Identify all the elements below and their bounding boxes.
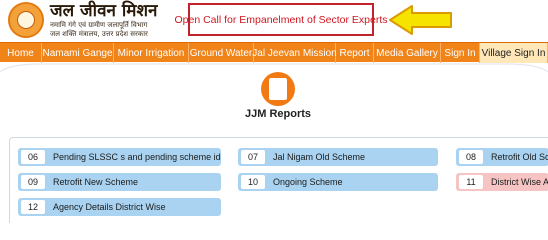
main-nav: Home Namami Gange Minor Irrigation Groun…	[0, 42, 548, 63]
report-card-retrofit-old[interactable]: 08 Retrofit Old Scheme	[456, 148, 548, 166]
nav-minor-irrigation[interactable]: Minor Irrigation	[114, 43, 189, 63]
nav-village-sign-in[interactable]: Village Sign In	[480, 43, 548, 63]
reports-panel: 06 Pending SLSSC s and pending scheme id…	[9, 137, 548, 223]
report-number: 08	[459, 150, 483, 164]
report-card-retrofit-new[interactable]: 09 Retrofit New Scheme	[18, 173, 221, 191]
report-number: 07	[241, 150, 265, 164]
header: जल जीवन मिशन नमामि गंगे एवं ग्रामीण जलाप…	[0, 0, 548, 42]
report-label: Retrofit Old Scheme	[491, 152, 548, 162]
reports-section: JJM Reports 06 Pending SLSSC s and pendi…	[0, 62, 548, 223]
pointer-arrow-icon	[389, 5, 452, 35]
nav-media-gallery[interactable]: Media Gallery	[374, 43, 441, 63]
section-title: JJM Reports	[244, 108, 312, 120]
nav-sign-in[interactable]: Sign In	[441, 43, 480, 63]
report-number: 10	[241, 175, 265, 189]
report-label: Agency Details District Wise	[53, 202, 166, 212]
report-number: 09	[21, 175, 45, 189]
jjm-reports-icon	[261, 72, 295, 106]
nav-namami-gange[interactable]: Namami Gange	[42, 43, 114, 63]
report-number: 12	[21, 200, 45, 214]
report-card-pending-slssc[interactable]: 06 Pending SLSSC s and pending scheme id	[18, 148, 221, 166]
report-label: Ongoing Scheme	[273, 177, 343, 187]
nav-jal-jeevan-mission[interactable]: Jal Jeevan Mission	[252, 43, 337, 63]
report-label: Pending SLSSC s and pending scheme id	[53, 152, 221, 162]
document-icon	[269, 78, 287, 100]
page: जल जीवन मिशन नमामि गंगे एवं ग्रामीण जलाप…	[0, 0, 548, 223]
notice-link[interactable]: Open Call for Empanelment of Sector Expe…	[175, 14, 388, 26]
section-divider	[0, 63, 548, 72]
report-number: 06	[21, 150, 45, 164]
nav-report[interactable]: Report	[336, 43, 374, 63]
report-card-district-wise-agency[interactable]: 11 District Wise Agency	[456, 173, 548, 191]
report-label: District Wise Agency	[491, 177, 548, 187]
report-label: Jal Nigam Old Scheme	[273, 152, 366, 162]
report-label: Retrofit New Scheme	[53, 177, 139, 187]
up-government-logo[interactable]	[8, 2, 44, 38]
nav-ground-water[interactable]: Ground Water	[189, 43, 254, 63]
report-card-jal-nigam-old[interactable]: 07 Jal Nigam Old Scheme	[238, 148, 438, 166]
nav-home[interactable]: Home	[0, 43, 42, 63]
report-number: 11	[459, 175, 483, 189]
notice-banner[interactable]: Open Call for Empanelment of Sector Expe…	[175, 3, 388, 36]
emblem-icon	[17, 11, 35, 29]
report-card-ongoing-scheme[interactable]: 10 Ongoing Scheme	[238, 173, 438, 191]
report-card-agency-details[interactable]: 12 Agency Details District Wise	[18, 198, 221, 216]
